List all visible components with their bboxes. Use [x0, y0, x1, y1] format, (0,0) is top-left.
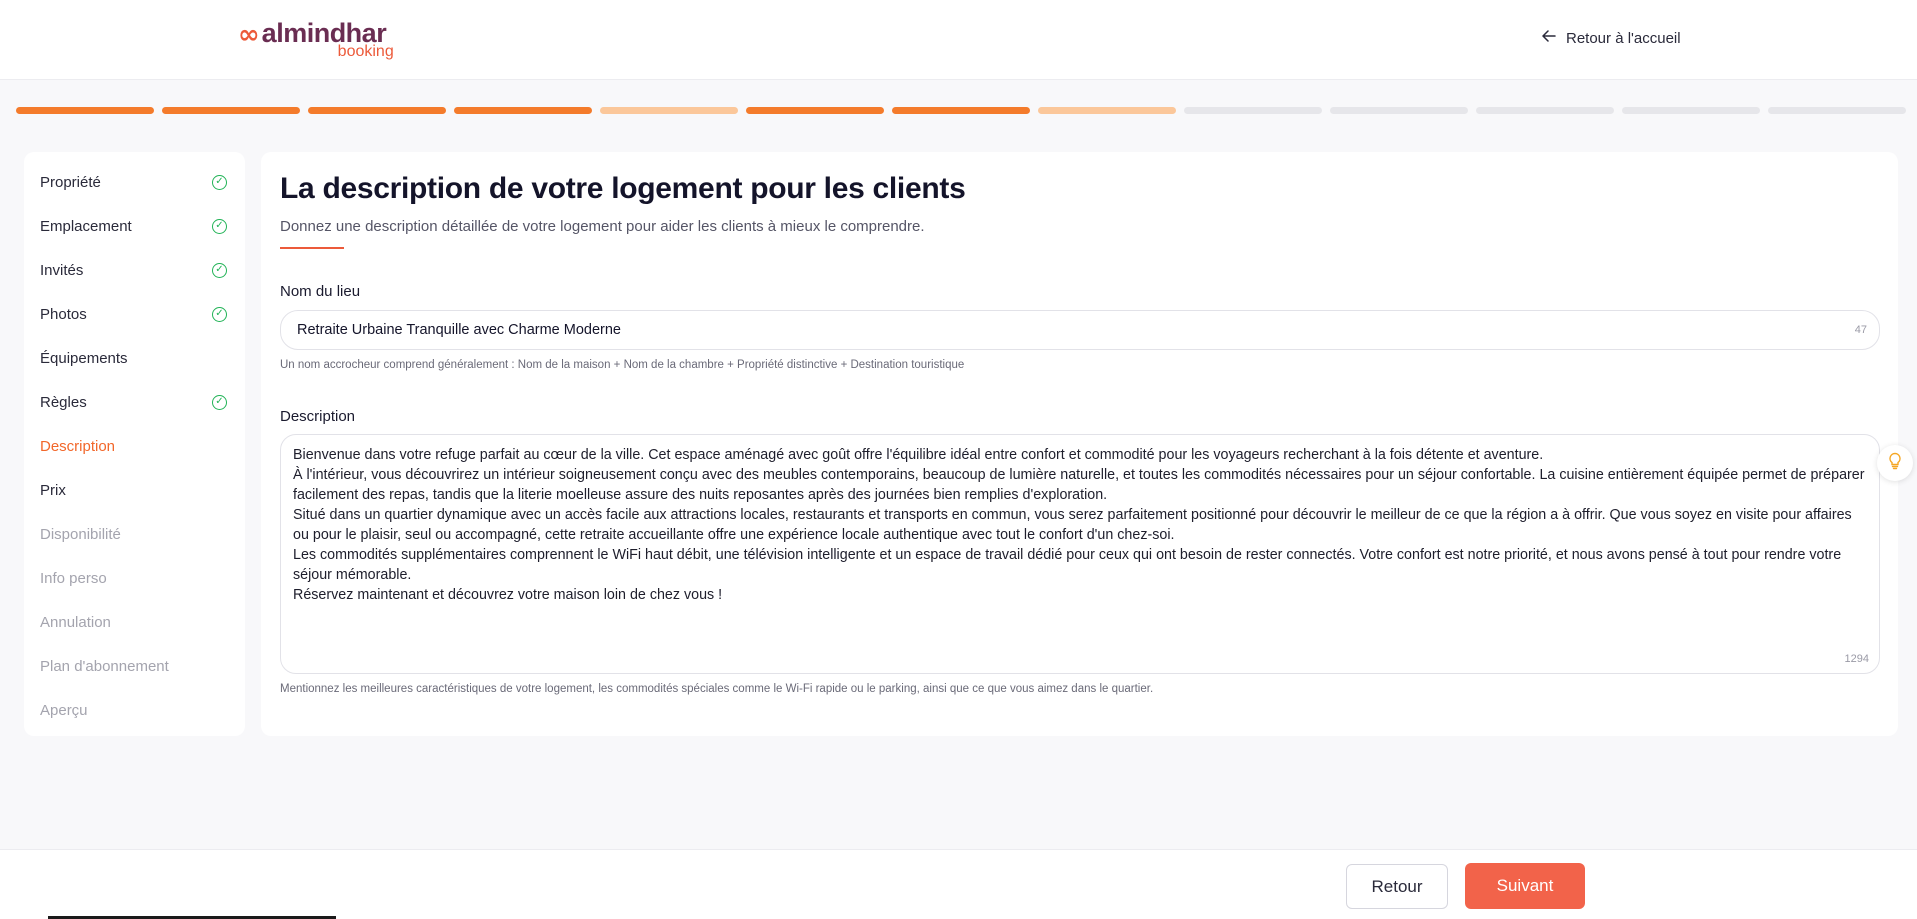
sidebar-item-label: Prix — [40, 481, 66, 499]
sidebar-item-label: Aperçu — [40, 701, 88, 719]
sidebar-item-label: Info perso — [40, 569, 107, 587]
sidebar-item-propriete[interactable]: Propriété ✓ — [24, 160, 245, 204]
sidebar-item-emplacement[interactable]: Emplacement ✓ — [24, 204, 245, 248]
footer-bar: Retour Suivant — [0, 849, 1917, 919]
place-name-input[interactable]: Retraite Urbaine Tranquille avec Charme … — [280, 310, 1880, 350]
page-subtitle: Donnez une description détaillée de votr… — [280, 218, 925, 235]
lightbulb-icon — [1887, 452, 1903, 475]
page-title: La description de votre logement pour le… — [280, 172, 966, 205]
description-card: La description de votre logement pour le… — [261, 152, 1898, 736]
progress-segment-2 — [162, 107, 300, 114]
check-circle-icon: ✓ — [212, 262, 227, 278]
sidebar-item-description[interactable]: Description — [24, 424, 245, 468]
logo-sub-text: booking — [337, 43, 394, 60]
sidebar-item-label: Propriété — [40, 173, 101, 191]
sidebar-item-label: Disponibilité — [40, 525, 121, 543]
sidebar-item-label: Règles — [40, 393, 87, 411]
progress-segment-5 — [600, 107, 738, 114]
sidebar-item-label: Annulation — [40, 613, 111, 631]
back-button[interactable]: Retour — [1346, 864, 1448, 909]
arrow-left-icon — [1542, 29, 1556, 47]
brand-logo[interactable]: ∞ almindhar booking — [238, 20, 394, 60]
check-circle-icon: ✓ — [212, 394, 227, 410]
place-name-counter: 47 — [1854, 324, 1867, 336]
progress-segment-10 — [1330, 107, 1468, 114]
sidebar-item-info-perso[interactable]: Info perso — [24, 556, 245, 600]
description-value: Bienvenue dans votre refuge parfait au c… — [293, 447, 1865, 603]
top-bar: ∞ almindhar booking Retour à l'accueil — [0, 0, 1917, 80]
progress-segment-6 — [746, 107, 884, 114]
sidebar-item-label: Plan d'abonnement — [40, 657, 169, 675]
description-hint: Mentionnez les meilleures caractéristiqu… — [280, 683, 1154, 695]
title-underline — [280, 247, 344, 249]
place-name-value: Retraite Urbaine Tranquille avec Charme … — [297, 322, 621, 338]
description-label: Description — [280, 408, 356, 425]
progress-segment-8 — [1038, 107, 1176, 114]
sidebar-item-prix[interactable]: Prix — [24, 468, 245, 512]
next-button[interactable]: Suivant — [1465, 863, 1585, 909]
check-circle-icon: ✓ — [212, 218, 227, 234]
sidebar-item-invites[interactable]: Invités ✓ — [24, 248, 245, 292]
sidebar-item-label: Emplacement — [40, 217, 132, 235]
sidebar-item-disponibilite[interactable]: Disponibilité — [24, 512, 245, 556]
sidebar-item-label: Équipements — [40, 349, 128, 367]
back-home-label: Retour à l'accueil — [1566, 29, 1681, 47]
progress-segment-3 — [308, 107, 446, 114]
sidebar-item-photos[interactable]: Photos ✓ — [24, 292, 245, 336]
progress-segment-12 — [1622, 107, 1760, 114]
check-circle-icon: ✓ — [212, 306, 227, 322]
description-textarea[interactable]: Bienvenue dans votre refuge parfait au c… — [280, 434, 1880, 674]
sidebar-item-annulation[interactable]: Annulation — [24, 600, 245, 644]
description-counter: 1294 — [1844, 653, 1869, 665]
sidebar-item-plan-d-abonnement[interactable]: Plan d'abonnement — [24, 644, 245, 688]
progress-segment-13 — [1768, 107, 1906, 114]
back-home-link[interactable]: Retour à l'accueil — [1542, 29, 1681, 47]
progress-segment-7 — [892, 107, 1030, 114]
progress-segment-11 — [1476, 107, 1614, 114]
progress-segment-9 — [1184, 107, 1322, 114]
sidebar-item-label: Description — [40, 437, 116, 455]
progress-segment-1 — [16, 107, 154, 114]
sidebar-item-apercu[interactable]: Aperçu — [24, 688, 245, 732]
sidebar-item-label: Invités — [40, 261, 84, 279]
sidebar-item-regles[interactable]: Règles ✓ — [24, 380, 245, 424]
check-circle-icon: ✓ — [212, 174, 227, 190]
logo-text: almindhar booking — [262, 20, 394, 60]
steps-sidebar: Propriété ✓ Emplacement ✓ Invités ✓ Photos ✓ Équ… — [24, 152, 245, 736]
step-progress-bar — [16, 107, 1906, 114]
infinity-logo-icon: ∞ — [238, 20, 260, 50]
place-name-hint: Un nom accrocheur comprend généralement … — [280, 359, 965, 371]
progress-segment-4 — [454, 107, 592, 114]
sidebar-item-label: Photos — [40, 305, 87, 323]
place-name-label: Nom du lieu — [280, 283, 361, 300]
tip-button[interactable] — [1877, 445, 1913, 481]
sidebar-item-equipements[interactable]: Équipements — [24, 336, 245, 380]
